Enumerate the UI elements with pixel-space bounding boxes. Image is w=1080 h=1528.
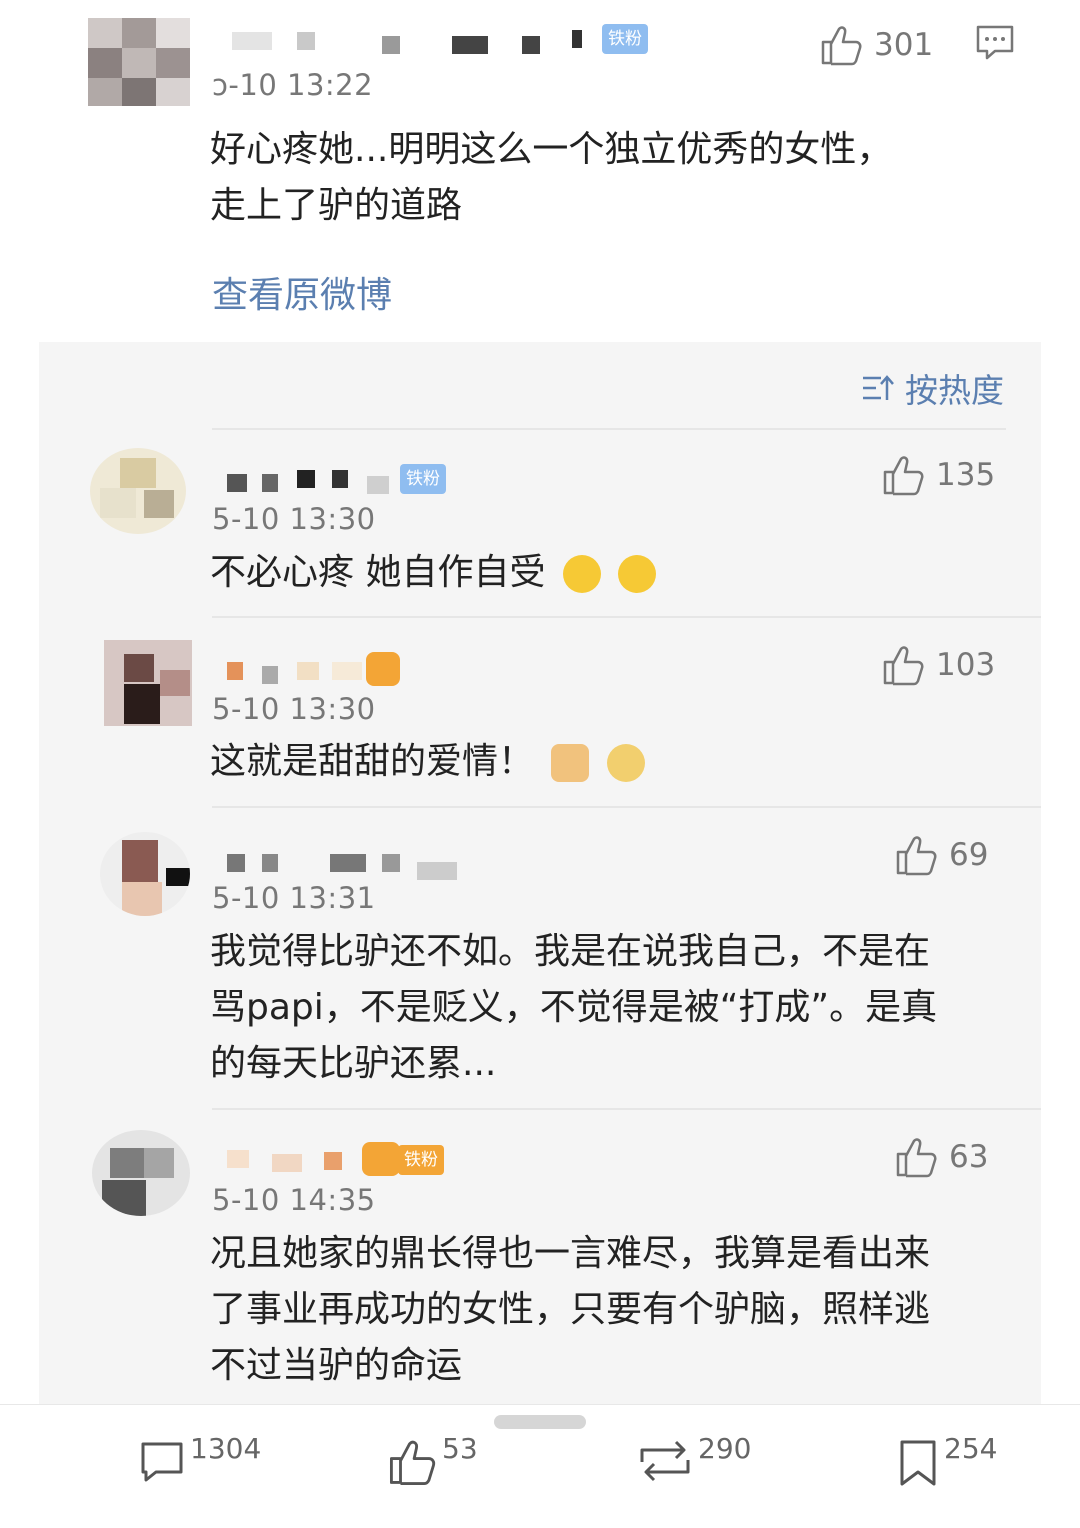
comment-bubble-icon [141,1442,183,1482]
comment-like-count: 135 [936,457,996,493]
post-avatar[interactable] [88,18,190,106]
commenter-username-blurred[interactable] [212,466,402,496]
comment-like-button[interactable]: 135 [882,454,995,496]
comment-like-button[interactable]: 63 [895,1136,988,1178]
thumbs-up-icon [896,836,937,876]
comment-content: 不必心疼 她自作自受 [210,545,1010,601]
comment-like-button[interactable]: 103 [882,644,995,686]
fan-badge: 铁粉 [400,464,446,494]
shrug-emoji-icon [618,555,657,593]
doge-emoji-icon [606,744,645,782]
post-time: ɔ-10 13:22 [212,68,374,102]
commenter-username-blurred[interactable] [212,658,372,688]
sort-by-hot-button[interactable]: 按热度 [861,364,1004,412]
reposts-count: 290 [698,1432,752,1465]
comment-time: 5-10 13:30 [212,692,376,726]
thumbs-up-icon [883,646,924,686]
post-username-blurred[interactable] [212,26,592,56]
divider [212,616,1041,618]
favorite-action[interactable]: 254 [896,1432,997,1488]
repost-icon [640,1440,690,1482]
commenter-avatar[interactable] [90,448,186,534]
commenter-username-blurred[interactable] [212,848,472,880]
post-like-count: 301 [874,27,934,63]
thumbs-up-emoji-icon [551,744,590,782]
comment-bubble-icon [976,25,1014,60]
post-like-button[interactable]: 301 [820,24,933,66]
comment-like-count: 69 [949,837,989,873]
thumbs-up-icon [821,26,862,66]
commenter-username-blurred[interactable] [212,1146,362,1176]
sort-label: 按热度 [905,371,1004,410]
fan-badge: 铁粉 [602,24,648,54]
fan-badge: 铁粉 [398,1145,444,1175]
favorites-count: 254 [944,1432,998,1465]
vip-crown-icon [362,1142,400,1176]
comment-time: 5-10 14:35 [212,1183,376,1217]
comments-count: 1304 [190,1432,262,1465]
drag-handle[interactable] [494,1415,586,1429]
commenter-avatar[interactable] [104,640,192,726]
comment-content: 这就是甜甜的爱情！ [210,734,1010,790]
divider [212,1108,1041,1110]
comment-content: 况且她家的鼎长得也一言难尽，我算是看出来 了事业再成功的女性，只要有个驴脑，照样… [210,1233,931,1386]
commenter-avatar[interactable] [92,1130,190,1216]
vip-crown-icon [366,652,400,686]
divider [212,428,1006,430]
likes-count: 53 [442,1432,478,1465]
sort-icon [863,375,894,400]
thumbs-up-icon [883,456,924,496]
likes-action[interactable]: 53 [388,1432,478,1486]
comment-content: 我觉得比驴还不如。我是在说我自己，不是在 骂papi，不是贬义，不觉得是被“打成… [210,931,938,1084]
repost-action[interactable]: 290 [636,1432,751,1484]
view-original-link[interactable]: 查看原微博 [212,266,392,318]
thumbs-up-icon [896,1138,937,1178]
divider [212,806,1041,808]
comment-time: 5-10 13:30 [212,502,376,536]
comment-time: 5-10 13:31 [212,881,376,915]
thumbs-up-icon [389,1440,436,1486]
commenter-avatar[interactable] [100,832,190,916]
comment-icon-button[interactable] [975,24,1015,66]
bookmark-icon [900,1440,936,1486]
comments-action[interactable]: 1304 [138,1432,261,1484]
comment-like-count: 103 [936,647,996,683]
post-content: 好心疼她...明明这么一个独立优秀的女性， 走上了驴的道路 [210,129,893,226]
shrug-emoji-icon [562,555,601,593]
comment-like-count: 63 [949,1139,989,1175]
comment-like-button[interactable]: 69 [895,834,988,876]
